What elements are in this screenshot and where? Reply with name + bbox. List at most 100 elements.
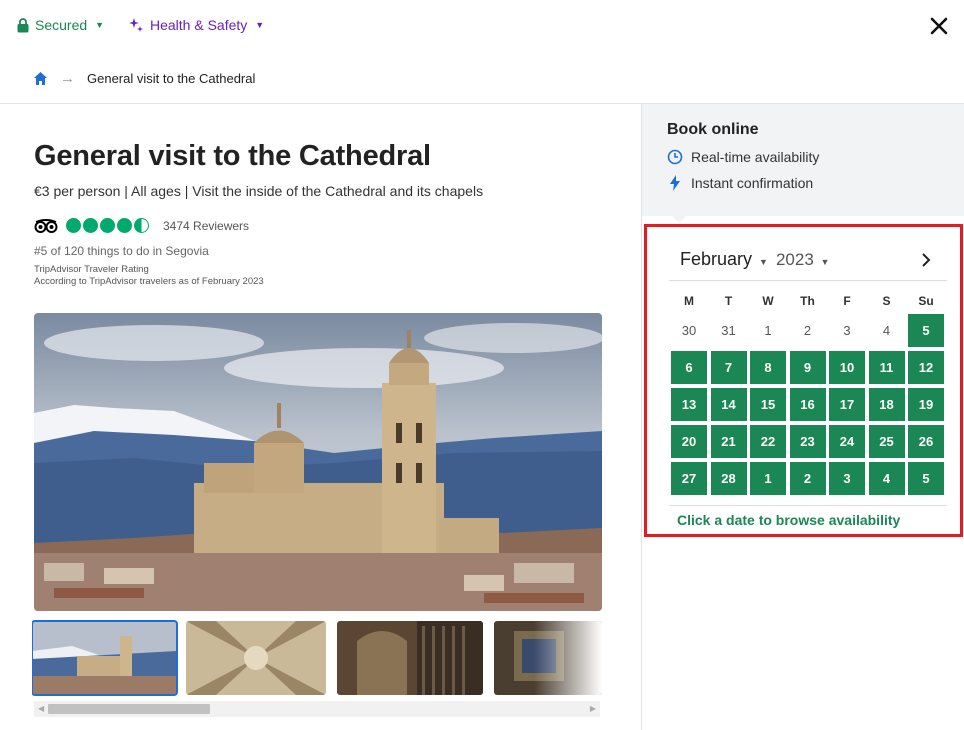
calendar-day-available[interactable]: 20 bbox=[671, 425, 707, 458]
calendar-day-available[interactable]: 21 bbox=[710, 425, 747, 458]
calendar-divider bbox=[669, 505, 947, 506]
caret-down-icon: ▼ bbox=[95, 20, 105, 30]
thumbnail-image bbox=[32, 621, 177, 695]
calendar-day-available[interactable]: 24 bbox=[829, 425, 865, 458]
calendar-day-unavailable: 3 bbox=[843, 323, 851, 338]
rating-bubble-full bbox=[83, 218, 98, 233]
scrollbar-thumb[interactable] bbox=[48, 704, 210, 714]
year-select[interactable]: 2023 ▼ bbox=[776, 250, 829, 270]
lightning-icon bbox=[670, 175, 680, 191]
thumbnail-3[interactable] bbox=[337, 621, 483, 695]
rating-bubble-full bbox=[100, 218, 115, 233]
main-photo bbox=[34, 313, 602, 611]
calendar-day-available[interactable]: 27 bbox=[671, 462, 707, 495]
booking-calendar: February ▼ 2023 ▼ Click a date to browse… bbox=[644, 224, 963, 537]
scroll-right-arrow-icon[interactable]: ▶ bbox=[590, 704, 596, 713]
feature-realtime-label: Real-time availability bbox=[691, 149, 820, 165]
weekday-label: F bbox=[843, 294, 851, 308]
rating-bubble-full bbox=[66, 218, 81, 233]
calendar-day-available[interactable]: 14 bbox=[710, 388, 747, 421]
calendar-divider bbox=[669, 280, 947, 281]
calendar-hint: Click a date to browse availability bbox=[677, 512, 901, 528]
page-title: General visit to the Cathedral bbox=[34, 140, 431, 172]
thumbnail-image bbox=[337, 621, 483, 695]
calendar-day-available[interactable]: 9 bbox=[789, 351, 826, 384]
calendar-day-available[interactable]: 19 bbox=[908, 388, 944, 421]
rating-bubble-half bbox=[134, 218, 149, 233]
feature-realtime: Real-time availability bbox=[667, 149, 819, 165]
ranking-text: #5 of 120 things to do in Segovia bbox=[34, 244, 209, 258]
calendar-day-available[interactable]: 2 bbox=[789, 462, 826, 495]
calendar-day-available[interactable]: 3 bbox=[829, 462, 865, 495]
calendar-day-available[interactable]: 15 bbox=[750, 388, 786, 421]
calendar-day-available[interactable]: 12 bbox=[908, 351, 944, 384]
tripadvisor-rating-line1: TripAdvisor Traveler Rating bbox=[34, 264, 149, 275]
calendar-day-unavailable: 4 bbox=[882, 323, 891, 338]
tripadvisor-rating-line2: According to TripAdvisor travelers as of… bbox=[34, 276, 264, 287]
thumbnail-2[interactable] bbox=[186, 621, 326, 695]
sparkle-icon bbox=[129, 18, 143, 32]
calendar-day-available[interactable]: 23 bbox=[789, 425, 826, 458]
calendar-day-available[interactable]: 11 bbox=[868, 351, 905, 384]
rating-bubbles bbox=[66, 218, 149, 233]
lock-icon bbox=[17, 17, 29, 32]
weekday-label: W bbox=[762, 294, 774, 308]
calendar-day-available[interactable]: 5 bbox=[908, 314, 944, 347]
health-safety-label: Health & Safety bbox=[150, 17, 248, 33]
calendar-day-available[interactable]: 16 bbox=[789, 388, 826, 421]
thumbnail-image bbox=[494, 621, 602, 695]
health-safety-dropdown[interactable]: Health & Safety ▼ bbox=[128, 17, 264, 33]
weekday-label: S bbox=[882, 294, 891, 308]
feature-instant: Instant confirmation bbox=[667, 175, 813, 191]
weekday-label: M bbox=[684, 294, 694, 308]
calendar-day-available[interactable]: 1 bbox=[750, 462, 786, 495]
month-label: February bbox=[680, 249, 753, 269]
product-subtitle: €3 per person | All ages | Visit the ins… bbox=[34, 183, 484, 199]
scroll-left-arrow-icon[interactable]: ◀ bbox=[38, 704, 44, 713]
month-select[interactable]: February ▼ bbox=[680, 249, 768, 270]
panel-pointer bbox=[670, 214, 688, 223]
calendar-day-available[interactable]: 4 bbox=[868, 462, 905, 495]
calendar-day-unavailable: 30 bbox=[681, 323, 697, 338]
calendar-day-available[interactable]: 6 bbox=[671, 351, 707, 384]
secured-dropdown[interactable]: Secured ▼ bbox=[17, 17, 104, 33]
book-online-title: Book online bbox=[667, 121, 759, 138]
calendar-day-available[interactable]: 22 bbox=[750, 425, 786, 458]
next-month-chevron-icon[interactable] bbox=[920, 251, 932, 274]
feature-instant-label: Instant confirmation bbox=[691, 175, 814, 191]
thumbnail-scrollbar[interactable]: ◀ ▶ bbox=[34, 701, 600, 717]
close-icon[interactable] bbox=[928, 15, 950, 37]
calendar-day-available[interactable]: 8 bbox=[750, 351, 786, 384]
caret-down-icon: ▼ bbox=[820, 256, 830, 267]
calendar-day-available[interactable]: 7 bbox=[710, 351, 747, 384]
rating-row: 3474 Reviewers bbox=[34, 218, 249, 233]
calendar-day-available[interactable]: 25 bbox=[868, 425, 905, 458]
arrow-right-icon: → bbox=[60, 70, 75, 87]
calendar-day-available[interactable]: 13 bbox=[671, 388, 707, 421]
cathedral-photo bbox=[34, 313, 602, 611]
secured-label: Secured bbox=[35, 17, 88, 33]
thumbnail-image bbox=[186, 621, 326, 695]
calendar-day-available[interactable]: 10 bbox=[829, 351, 865, 384]
calendar-day-available[interactable]: 28 bbox=[710, 462, 747, 495]
weekday-label: Su bbox=[918, 294, 934, 308]
calendar-day-unavailable: 2 bbox=[803, 323, 812, 338]
breadcrumb-current: General visit to the Cathedral bbox=[87, 71, 256, 86]
reviewers-count[interactable]: 3474 Reviewers bbox=[163, 219, 249, 233]
calendar-day-available[interactable]: 18 bbox=[868, 388, 905, 421]
rating-bubble-full bbox=[117, 218, 132, 233]
thumbnail-1[interactable] bbox=[32, 620, 178, 696]
tripadvisor-owl-icon bbox=[34, 218, 58, 233]
home-icon[interactable] bbox=[33, 71, 48, 86]
calendar-day-unavailable: 31 bbox=[721, 323, 736, 338]
thumbnail-4[interactable] bbox=[494, 621, 602, 695]
breadcrumb: → General visit to the Cathedral bbox=[33, 70, 255, 87]
calendar-day-available[interactable]: 5 bbox=[908, 462, 944, 495]
calendar-day-available[interactable]: 26 bbox=[908, 425, 944, 458]
caret-down-icon: ▼ bbox=[759, 257, 768, 267]
year-label: 2023 bbox=[775, 249, 814, 269]
weekday-label: T bbox=[724, 294, 733, 308]
calendar-day-available[interactable]: 17 bbox=[829, 388, 865, 421]
calendar-header: February ▼ 2023 ▼ bbox=[680, 249, 829, 270]
weekday-label: Th bbox=[800, 294, 815, 308]
